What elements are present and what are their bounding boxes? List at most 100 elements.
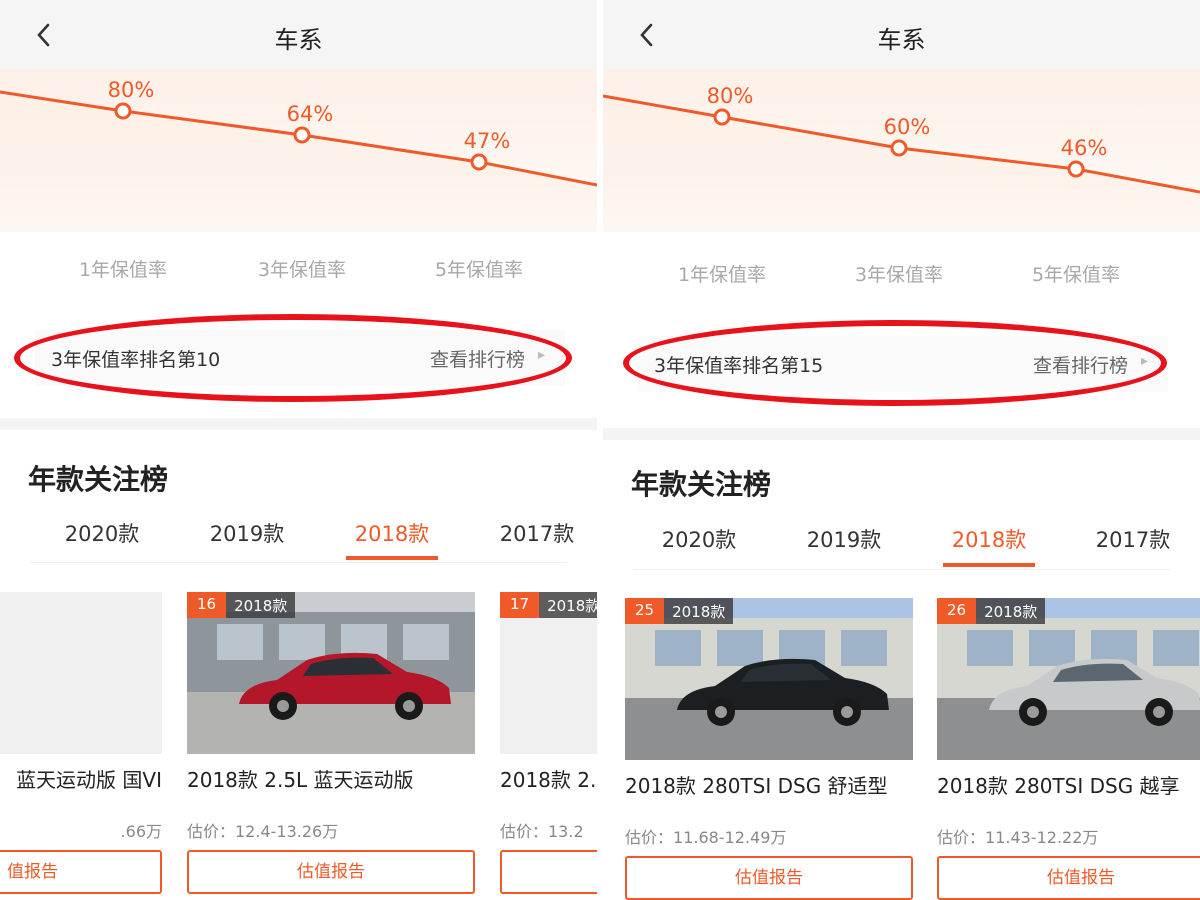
chart-x-label-3: 5年保值率 bbox=[434, 259, 524, 281]
photo-window bbox=[841, 630, 887, 666]
tab-2019款[interactable]: 2019款 bbox=[779, 524, 909, 554]
car-rim-rear bbox=[403, 700, 415, 712]
photo-window bbox=[1029, 630, 1075, 666]
rank-badge: 26 2018款 bbox=[937, 598, 1046, 624]
chart-value-label-3: 47% bbox=[464, 129, 511, 153]
ranking-text: 3年保值率排名第15 bbox=[654, 355, 824, 377]
section-separator bbox=[0, 418, 597, 430]
chart-point-3 bbox=[470, 153, 488, 171]
chart-x-label-3: 5年保值率 bbox=[1031, 264, 1121, 286]
tab-2020款[interactable]: 2020款 bbox=[37, 518, 167, 548]
model-price: 估价：13.2 bbox=[500, 822, 584, 841]
chart-point-2 bbox=[890, 139, 908, 157]
chart-x-label-1: 1年保值率 bbox=[78, 259, 168, 281]
model-card[interactable]: 16 2018款 2018款 2.5L 蓝天运动版估价：12.4-13.26万估值报… bbox=[187, 592, 475, 900]
photo-window bbox=[1153, 630, 1199, 666]
photo-window bbox=[967, 630, 1013, 666]
chart-x-label-2: 3年保值率 bbox=[257, 259, 347, 281]
year-tag: 2018款 bbox=[539, 592, 597, 618]
tab-2017款[interactable]: 2017款 bbox=[1068, 524, 1198, 554]
model-name: 2018款 2. bbox=[500, 768, 597, 792]
model-photo: 26 2018款 bbox=[937, 598, 1200, 760]
ranking-row[interactable]: 3年保值率排名第10 查看排行榜 ▸ bbox=[35, 330, 565, 386]
model-photo: 16 2018款 bbox=[187, 592, 475, 754]
chart-point-1 bbox=[713, 108, 731, 126]
rank-number: 16 bbox=[187, 592, 227, 618]
view-ranking-link[interactable]: 查看排行榜 bbox=[430, 345, 525, 372]
rank-badge: 16 2018款 bbox=[187, 592, 296, 618]
active-tab-underline bbox=[943, 563, 1035, 567]
year-tag: 2018款 bbox=[976, 598, 1046, 624]
section-title: 年款关注榜 bbox=[631, 468, 772, 501]
chart-point-2 bbox=[293, 126, 311, 144]
car-rim-rear bbox=[1153, 706, 1165, 718]
rank-number: 26 bbox=[937, 598, 977, 624]
photo-window bbox=[403, 624, 449, 660]
residual-value-chart: 80% 64% 47% bbox=[0, 78, 597, 232]
model-price: 估价：11.68-12.49万 bbox=[625, 828, 787, 847]
active-tab-underline bbox=[346, 556, 438, 560]
tab-2019款[interactable]: 2019款 bbox=[182, 518, 312, 548]
chart-value-label-1: 80% bbox=[108, 78, 155, 102]
tabs-divider bbox=[633, 569, 1170, 570]
ranking-row[interactable]: 3年保值率排名第15 查看排行榜 ▸ bbox=[638, 336, 1168, 392]
car-rim-front bbox=[715, 706, 727, 718]
model-name: 2018款 2.5L 蓝天运动版 bbox=[187, 768, 414, 792]
photo-window bbox=[279, 624, 325, 660]
tab-2017款[interactable]: 2017款 bbox=[472, 518, 597, 548]
chart-value-label-3: 46% bbox=[1061, 136, 1108, 160]
valuation-report-button[interactable]: 值报告 bbox=[0, 850, 162, 894]
car-rim-front bbox=[1027, 706, 1039, 718]
model-photo: 17 2018款 bbox=[500, 592, 597, 754]
model-card[interactable]: 26 2018款 2018款 280TSI DSG 越享估价：11.43-12.22… bbox=[937, 598, 1200, 900]
tab-2018款[interactable]: 2018款 bbox=[327, 518, 457, 548]
tabs-divider bbox=[30, 562, 567, 563]
photo-window bbox=[717, 630, 763, 666]
chart-x-labels: 1年保值率 3年保值率 5年保值率 bbox=[603, 260, 1200, 290]
model-card[interactable]: 17 2018款 2018款 2. 估价：13.2 bbox=[500, 592, 597, 900]
model-name: 2018款 280TSI DSG 舒适型 bbox=[625, 774, 888, 798]
model-card[interactable]: 8 蓝天运动版 国VI .66万值报告 bbox=[0, 592, 162, 900]
ranking-text: 3年保值率排名第10 bbox=[51, 349, 221, 371]
section-title: 年款关注榜 bbox=[28, 463, 169, 496]
rank-number: 17 bbox=[500, 592, 540, 618]
chart-x-label-1: 1年保值率 bbox=[677, 264, 767, 286]
model-price: .66万 bbox=[120, 822, 162, 841]
valuation-report-button[interactable] bbox=[500, 850, 597, 894]
section-separator bbox=[603, 428, 1200, 440]
screen-left: 车系 80% 64% 47% 1年保值率 3年保值率 5年保值率 3年保值率排名第10 查看排行… bbox=[0, 0, 597, 900]
screen-right: 车系 80% 60% 46% 1年保值率 3年保值率 5年保值率 3年保值率排名第15 查看排行… bbox=[603, 0, 1200, 900]
photo-window bbox=[217, 624, 263, 660]
year-tag: 2018款 bbox=[664, 598, 734, 624]
car-rim-front bbox=[277, 700, 289, 712]
chart-value-label-2: 60% bbox=[884, 115, 931, 139]
chart-value-label-1: 80% bbox=[707, 84, 754, 108]
car-rim-rear bbox=[841, 706, 853, 718]
view-ranking-link[interactable]: 查看排行榜 bbox=[1033, 351, 1128, 378]
chart-point-1 bbox=[114, 102, 132, 120]
rank-number: 25 bbox=[625, 598, 665, 624]
chart-x-labels: 1年保值率 3年保值率 5年保值率 bbox=[0, 255, 597, 285]
year-tag: 2018款 bbox=[226, 592, 296, 618]
chart-value-label-2: 64% bbox=[287, 102, 334, 126]
photo-window bbox=[655, 630, 701, 666]
model-price: 估价：12.4-13.26万 bbox=[187, 822, 339, 841]
chevron-right-icon: ▸ bbox=[1140, 353, 1148, 369]
valuation-report-button[interactable]: 估值报告 bbox=[937, 856, 1200, 900]
model-name: 2018款 280TSI DSG 越享 bbox=[937, 774, 1180, 798]
tab-2020款[interactable]: 2020款 bbox=[634, 524, 764, 554]
model-card[interactable]: 25 2018款 2018款 280TSI DSG 舒适型估价：11.68-12.4… bbox=[625, 598, 913, 900]
model-photo: 8 bbox=[0, 592, 162, 754]
rank-badge: 25 2018款 bbox=[625, 598, 734, 624]
rank-badge: 17 2018款 bbox=[500, 592, 597, 618]
model-price: 估价：11.43-12.22万 bbox=[937, 828, 1099, 847]
valuation-report-button[interactable]: 估值报告 bbox=[625, 856, 913, 900]
valuation-report-button[interactable]: 估值报告 bbox=[187, 850, 475, 894]
model-name: 蓝天运动版 国VI bbox=[16, 768, 162, 792]
residual-value-chart: 80% 60% 46% bbox=[603, 84, 1200, 232]
tab-2018款[interactable]: 2018款 bbox=[924, 524, 1054, 554]
model-photo: 25 2018款 bbox=[625, 598, 913, 760]
chart-x-label-2: 3年保值率 bbox=[854, 264, 944, 286]
chevron-right-icon: ▸ bbox=[537, 347, 545, 363]
chart-point-3 bbox=[1067, 160, 1085, 178]
